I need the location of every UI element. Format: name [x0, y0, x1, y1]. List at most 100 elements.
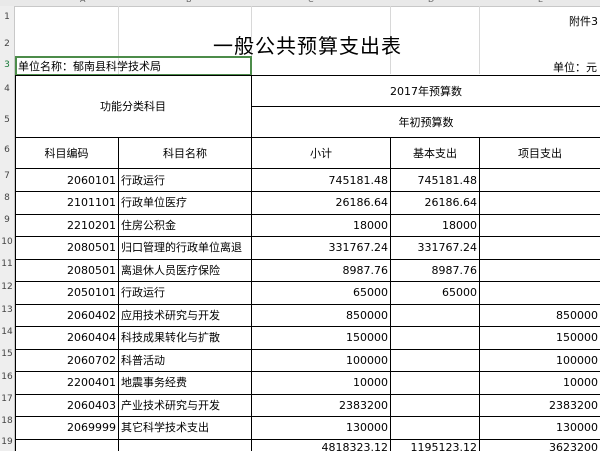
cell-basic[interactable]: [391, 327, 479, 349]
cell-name[interactable]: 离退休人员医疗保险: [119, 259, 251, 281]
header-year-budget[interactable]: 2017年预算数: [252, 76, 600, 106]
cell-subtotal[interactable]: 65000: [252, 282, 390, 304]
total-subtotal[interactable]: 4818323.12: [252, 439, 390, 455]
cell-subtotal[interactable]: 331767.24: [252, 237, 390, 259]
cell-project[interactable]: [480, 237, 600, 259]
row-number[interactable]: 9: [0, 215, 14, 225]
cell-name[interactable]: 行政运行: [119, 169, 251, 191]
cell-project[interactable]: 100000: [480, 349, 600, 371]
header-project[interactable]: 项目支出: [480, 138, 600, 168]
cell-code[interactable]: 2210201: [15, 214, 118, 236]
cell-name[interactable]: 归口管理的行政单位离退: [119, 237, 251, 259]
cell-subtotal[interactable]: 130000: [252, 417, 390, 439]
cell-project[interactable]: [480, 214, 600, 236]
row-number[interactable]: 19: [0, 437, 14, 447]
row-number-selected[interactable]: 3: [0, 60, 14, 70]
cell-project[interactable]: [480, 259, 600, 281]
cell-subtotal[interactable]: 2383200: [252, 394, 390, 416]
row-number[interactable]: 15: [0, 349, 14, 359]
row-number[interactable]: 7: [0, 171, 14, 181]
row-number[interactable]: 11: [0, 259, 14, 269]
row-number[interactable]: 14: [0, 327, 14, 337]
cell-basic[interactable]: [391, 304, 479, 326]
header-code[interactable]: 科目编码: [15, 138, 118, 168]
cell-project[interactable]: 2383200: [480, 394, 600, 416]
cell-subtotal[interactable]: 10000: [252, 372, 390, 394]
column-letter-d[interactable]: D: [428, 0, 434, 4]
cell-name[interactable]: 行政单位医疗: [119, 192, 251, 214]
header-basic[interactable]: 基本支出: [391, 138, 479, 168]
header-func-class[interactable]: 功能分类科目: [15, 76, 251, 137]
cell-subtotal[interactable]: 100000: [252, 349, 390, 371]
cell-code[interactable]: 2050101: [15, 282, 118, 304]
cell-code[interactable]: 2080501: [15, 259, 118, 281]
total-project[interactable]: 3623200: [480, 439, 600, 455]
cell-name[interactable]: 地震事务经费: [119, 372, 251, 394]
header-subtotal[interactable]: 小计: [252, 138, 390, 168]
row-number[interactable]: 8: [0, 193, 14, 203]
row-number[interactable]: 2: [0, 39, 14, 49]
row-number[interactable]: 1: [0, 12, 14, 22]
column-letter-b[interactable]: B: [186, 0, 192, 4]
border: [15, 416, 600, 417]
cell-subtotal[interactable]: 850000: [252, 304, 390, 326]
cell-code[interactable]: 2060403: [15, 394, 118, 416]
cell-basic[interactable]: [391, 417, 479, 439]
row-number[interactable]: 10: [0, 237, 14, 247]
cell-basic[interactable]: 65000: [391, 282, 479, 304]
cell-name[interactable]: 科普活动: [119, 349, 251, 371]
cell-code[interactable]: 2060402: [15, 304, 118, 326]
cell-name[interactable]: 产业技术研究与开发: [119, 394, 251, 416]
cell-basic[interactable]: 331767.24: [391, 237, 479, 259]
cell-basic[interactable]: 8987.76: [391, 259, 479, 281]
column-letter-a[interactable]: A: [80, 0, 85, 4]
cell-code[interactable]: 2101101: [15, 192, 118, 214]
cell-project[interactable]: [480, 192, 600, 214]
column-letter-c[interactable]: C: [308, 0, 314, 4]
cell-subtotal[interactable]: 18000: [252, 214, 390, 236]
cell-project[interactable]: [480, 169, 600, 191]
cell-subtotal[interactable]: 26186.64: [252, 192, 390, 214]
row-number[interactable]: 17: [0, 394, 14, 404]
row-number[interactable]: 6: [0, 145, 14, 155]
cell-basic[interactable]: [391, 394, 479, 416]
row-number[interactable]: 12: [0, 282, 14, 292]
row-number[interactable]: 16: [0, 372, 14, 382]
cell-project[interactable]: 150000: [480, 327, 600, 349]
cell-code[interactable]: 2060702: [15, 349, 118, 371]
attachment-label[interactable]: 附件3: [495, 12, 600, 30]
border: [15, 236, 600, 237]
cell-basic[interactable]: [391, 372, 479, 394]
cell-code[interactable]: 2080501: [15, 237, 118, 259]
cell-code[interactable]: 2069999: [15, 417, 118, 439]
cell-name[interactable]: 应用技术研究与开发: [119, 304, 251, 326]
cell-basic[interactable]: 26186.64: [391, 192, 479, 214]
row-number[interactable]: 5: [0, 115, 14, 125]
cell-subtotal[interactable]: 8987.76: [252, 259, 390, 281]
cell-project[interactable]: 10000: [480, 372, 600, 394]
cell-subtotal[interactable]: 745181.48: [252, 169, 390, 191]
total-basic[interactable]: 1195123.12: [391, 439, 479, 455]
cell-name[interactable]: 行政运行: [119, 282, 251, 304]
cell-basic[interactable]: 18000: [391, 214, 479, 236]
header-name[interactable]: 科目名称: [119, 138, 251, 168]
border: [15, 191, 600, 192]
cell-project[interactable]: [480, 282, 600, 304]
row-number[interactable]: 4: [0, 84, 14, 94]
row-number[interactable]: 18: [0, 416, 14, 426]
column-letter-e[interactable]: E: [538, 0, 543, 4]
unit-label[interactable]: 单位：元: [495, 58, 599, 76]
cell-name[interactable]: 住房公积金: [119, 214, 251, 236]
cell-name[interactable]: 科技成果转化与扩散: [119, 327, 251, 349]
cell-code[interactable]: 2060101: [15, 169, 118, 191]
header-initial-budget[interactable]: 年初预算数: [252, 107, 600, 137]
cell-subtotal[interactable]: 150000: [252, 327, 390, 349]
cell-name[interactable]: 其它科学技术支出: [119, 417, 251, 439]
row-number[interactable]: 13: [0, 305, 14, 315]
cell-project[interactable]: 850000: [480, 304, 600, 326]
cell-code[interactable]: 2060404: [15, 327, 118, 349]
cell-code[interactable]: 2200401: [15, 372, 118, 394]
cell-basic[interactable]: [391, 349, 479, 371]
cell-basic[interactable]: 745181.48: [391, 169, 479, 191]
cell-project[interactable]: 130000: [480, 417, 600, 439]
